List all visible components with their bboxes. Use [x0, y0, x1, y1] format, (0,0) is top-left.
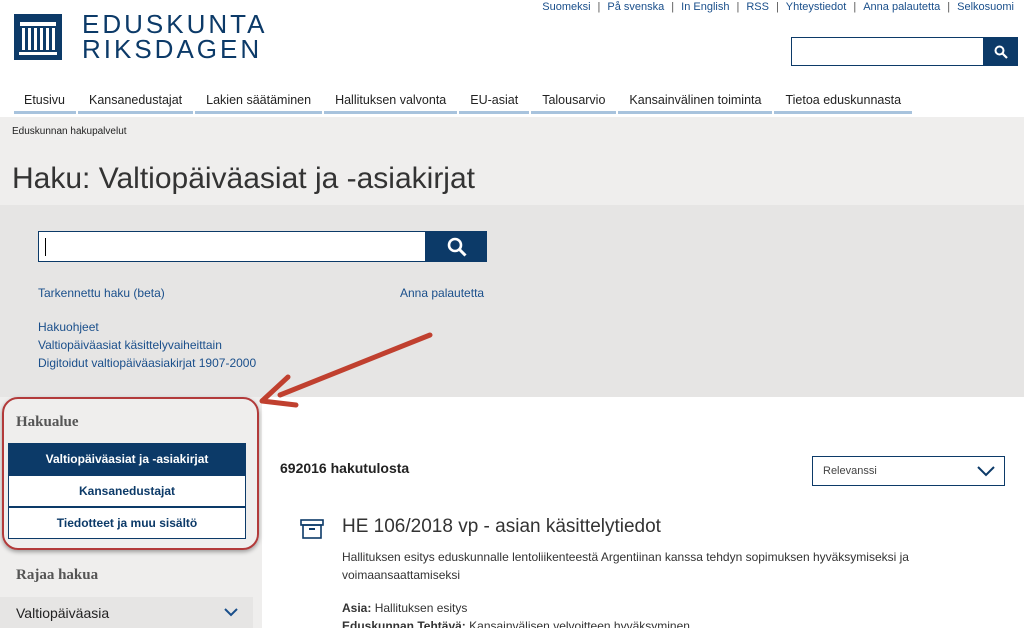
main-navigation: Etusivu Kansanedustajat Lakien säätämine… — [14, 90, 914, 114]
tehtava-value: Kansainvälisen velvoitteen hyväksyminen — [469, 619, 690, 628]
nav-tietoa-eduskunnasta[interactable]: Tietoa eduskunnasta — [774, 90, 913, 114]
advanced-search-link[interactable]: Tarkennettu haku (beta) — [38, 286, 165, 300]
top-links: Suomeksi | På svenska | In English | RSS | Y… — [542, 1, 1014, 13]
search-icon — [447, 237, 467, 257]
main-search-button[interactable] — [426, 231, 487, 262]
main-search — [38, 231, 487, 262]
chevron-down-icon — [224, 608, 238, 617]
sort-value: Relevanssi — [823, 465, 877, 477]
scope-button-tiedotteet[interactable]: Tiedotteet ja muu sisältö — [8, 507, 246, 539]
asia-value: Hallituksen esitys — [374, 601, 468, 615]
eduskunta-logo[interactable]: EDUSKUNTA RIKSDAGEN — [14, 11, 267, 64]
nav-eu-asiat[interactable]: EU-asiat — [459, 90, 530, 114]
tehtava-label: Eduskunnan Tehtävä: — [342, 619, 466, 628]
refine-title: Rajaa hakua — [16, 567, 99, 583]
result-asia: Asia: Hallituksen esitys — [342, 601, 467, 615]
sort-select[interactable]: Relevanssi — [812, 456, 1005, 486]
filter-label: Valtiopäiväasia — [16, 604, 110, 621]
scope-title: Hakualue — [16, 414, 79, 430]
link-rss[interactable]: RSS — [746, 1, 769, 13]
archive-box-icon — [300, 519, 324, 539]
nav-kansanedustajat[interactable]: Kansanedustajat — [78, 90, 194, 114]
results-count: 692016 hakutulosta — [280, 460, 410, 476]
link-selkosuomi[interactable]: Selkosuomi — [957, 1, 1014, 13]
nav-talousarvio[interactable]: Talousarvio — [531, 90, 617, 114]
scope-button-valtiopaivaasiat[interactable]: Valtiopäiväasiat ja -asiakirjat — [8, 443, 246, 475]
link-in-english[interactable]: In English — [681, 1, 729, 13]
asia-label: Asia: — [342, 601, 372, 615]
nav-kansainvalinen-toiminta[interactable]: Kansainvälinen toiminta — [618, 90, 773, 114]
help-link-kasittelyvaiheittain[interactable]: Valtiopäiväasiat käsittelyvaiheittain — [38, 338, 222, 352]
search-icon — [994, 45, 1008, 59]
filter-valtiopaivaasia[interactable]: Valtiopäiväasia — [0, 597, 253, 628]
result-tehtava: Eduskunnan Tehtävä: Kansainvälisen velvo… — [342, 619, 690, 628]
feedback-link[interactable]: Anna palautetta — [400, 286, 484, 300]
parliament-building-icon — [14, 14, 62, 60]
result-description: Hallituksen esitys eduskunnalle lentolii… — [342, 550, 909, 582]
nav-etusivu[interactable]: Etusivu — [14, 90, 76, 114]
help-link-hakuohjeet[interactable]: Hakuohjeet — [38, 320, 99, 334]
logo-line-2: RIKSDAGEN — [82, 34, 263, 64]
result-title[interactable]: HE 106/2018 vp - asian käsittelytiedot — [342, 516, 661, 538]
scope-button-kansanedustajat[interactable]: Kansanedustajat — [8, 475, 246, 507]
link-anna-palautetta[interactable]: Anna palautetta — [863, 1, 940, 13]
nav-hallituksen-valvonta[interactable]: Hallituksen valvonta — [324, 90, 458, 114]
site-search — [791, 37, 1018, 66]
breadcrumb[interactable]: Eduskunnan hakupalvelut — [12, 126, 127, 137]
nav-lakien-saataminen[interactable]: Lakien säätäminen — [195, 90, 323, 114]
page-title: Haku: Valtiopäiväasiat ja -asiakirjat — [12, 162, 475, 195]
chevron-down-icon — [977, 466, 995, 477]
site-header: EDUSKUNTA RIKSDAGEN Suomeksi | På svenska… — [0, 0, 1024, 114]
help-link-digitoidut[interactable]: Digitoidut valtiopäiväasiakirjat 1907-20… — [38, 356, 256, 370]
site-search-input[interactable] — [791, 37, 984, 66]
main-search-input[interactable] — [38, 231, 426, 262]
link-pa-svenska[interactable]: På svenska — [607, 1, 664, 13]
link-yhteystiedot[interactable]: Yhteystiedot — [786, 1, 847, 13]
link-suomeksi[interactable]: Suomeksi — [542, 1, 590, 13]
site-search-button[interactable] — [984, 37, 1018, 66]
